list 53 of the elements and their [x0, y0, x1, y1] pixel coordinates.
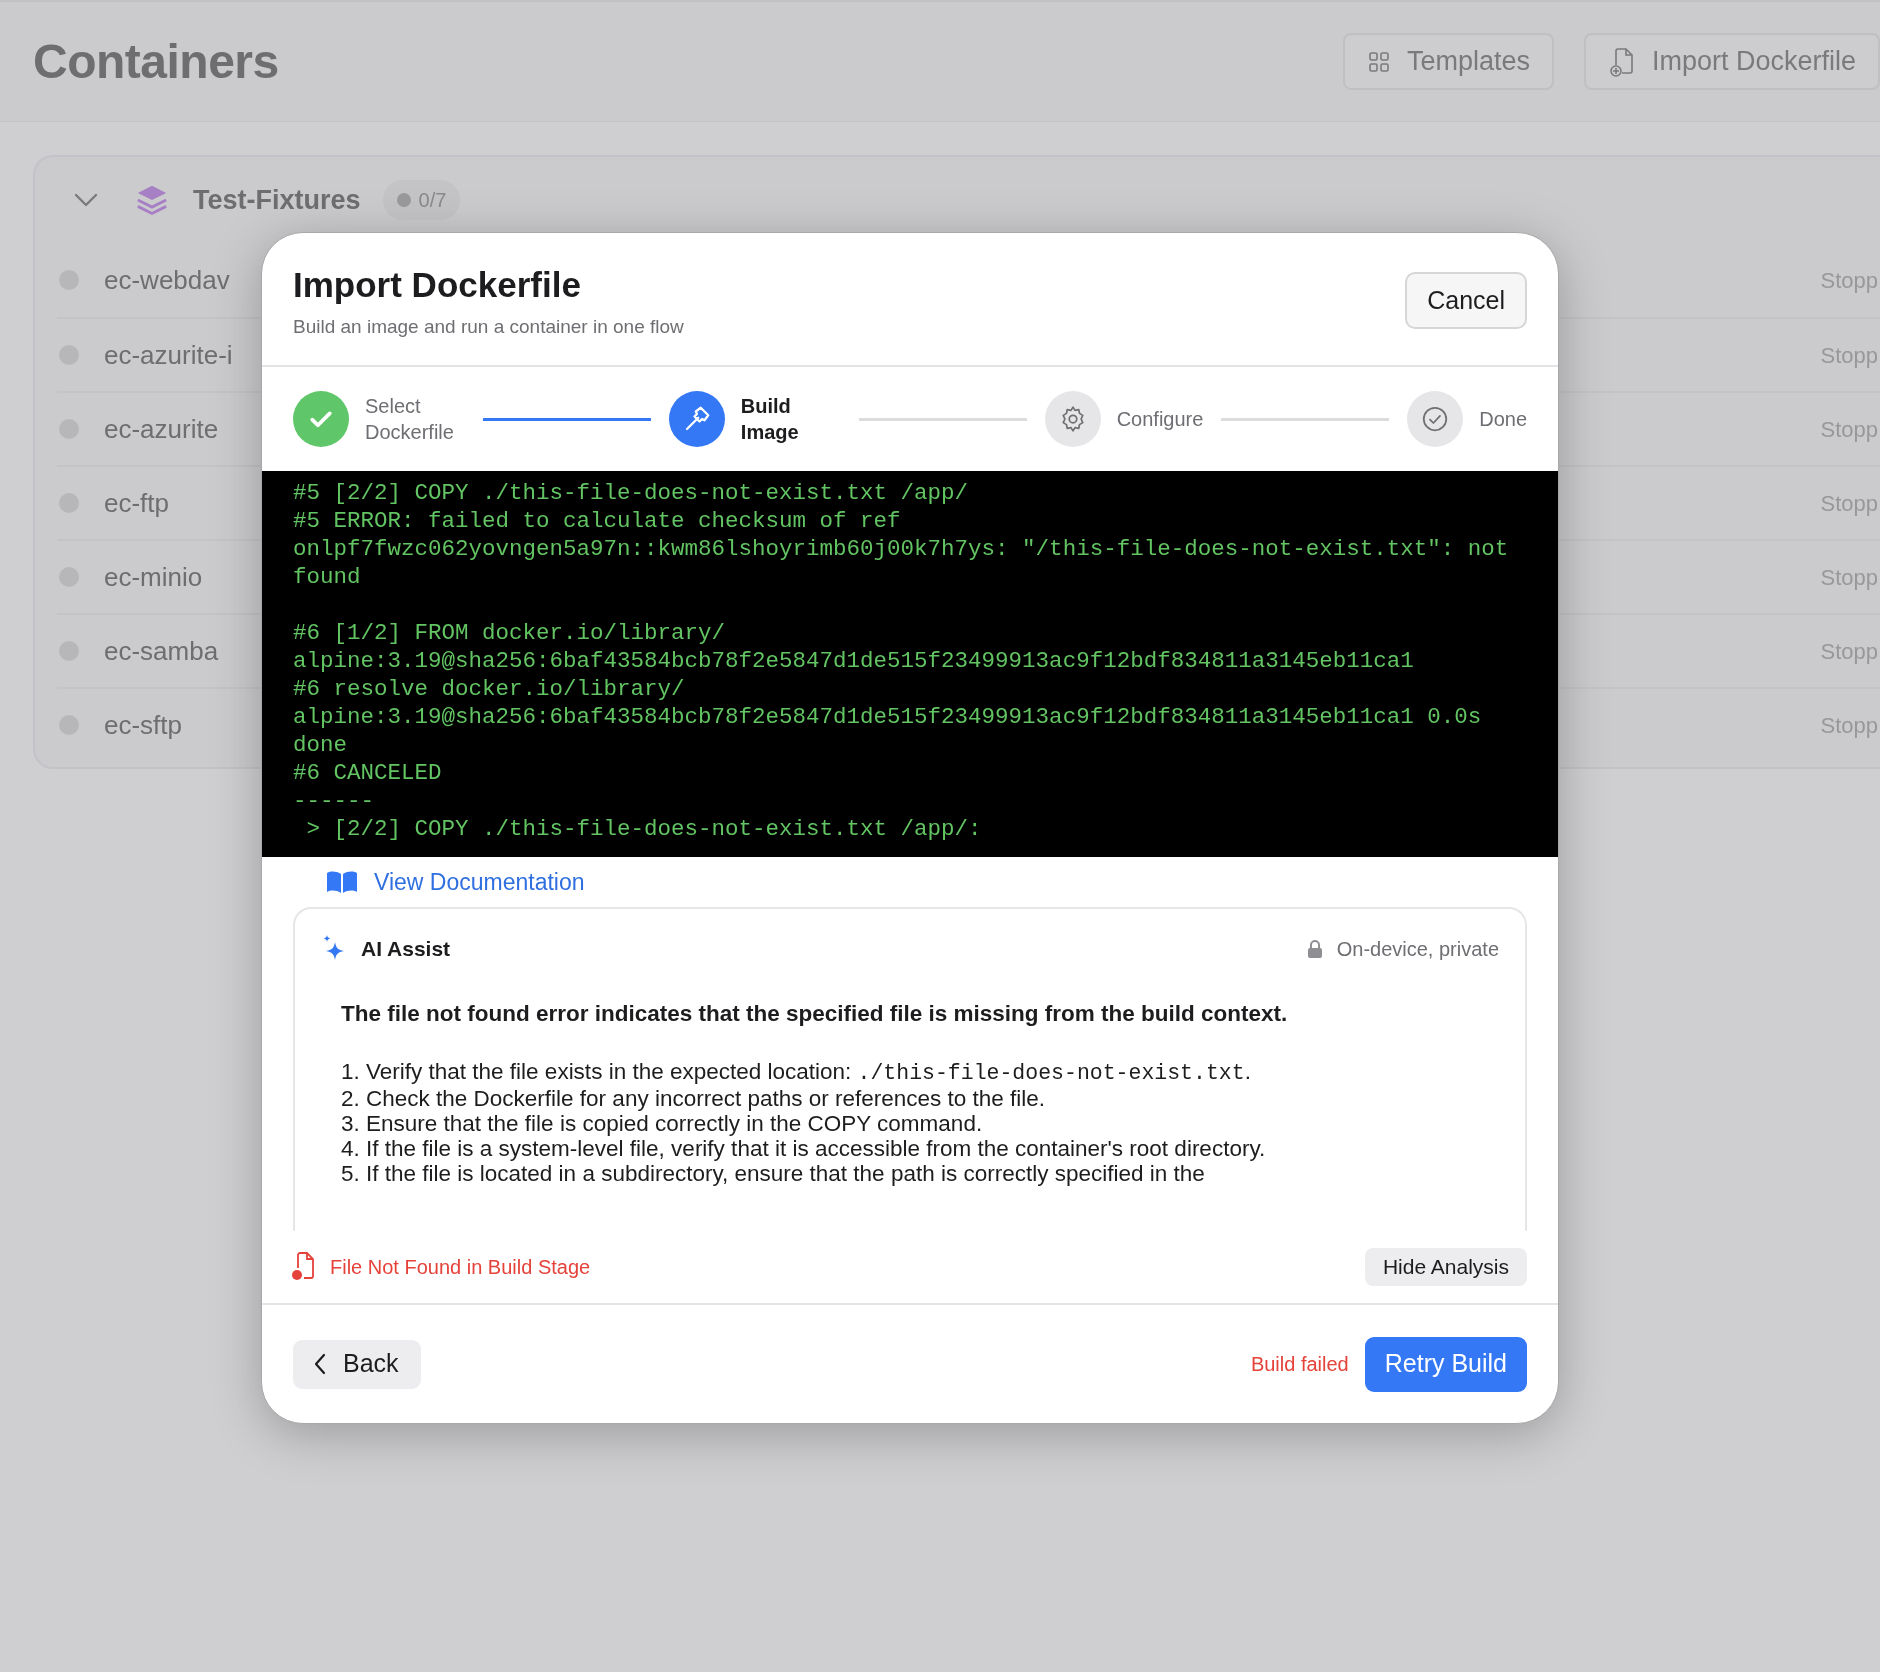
lock-icon	[1306, 938, 1323, 959]
chevron-down-icon[interactable]	[73, 192, 99, 208]
toolbar-button[interactable]: Templates	[1342, 33, 1554, 90]
log-line: #5 [2/2] COPY ./this-file-does-not-exist.txt /app/	[293, 479, 970, 507]
group-name: Test-Fixtures	[193, 183, 361, 217]
container-name: ec-ftp	[104, 486, 170, 520]
container-name: ec-samba	[104, 634, 219, 668]
log-line: #6 resolve docker.io/library/	[293, 675, 686, 703]
ai-assist-title: AI Assist	[361, 936, 451, 962]
file-plus-icon	[1607, 46, 1636, 77]
dialog-subtitle: Build an image and run a container in one flow	[293, 315, 684, 339]
log-line: #5 ERROR: failed to calculate checksum of ref	[293, 507, 902, 535]
step-label: Configure	[1116, 407, 1204, 432]
count-badge: 0/7	[382, 180, 461, 220]
dialog-title: Import Dockerfile	[293, 264, 582, 306]
back-button[interactable]: Back	[293, 1339, 421, 1389]
error-message: File Not Found in Build Stage	[330, 1255, 591, 1280]
log-line: onlpf7fwzc062yovngen5a97n::kwm86lshoyrimb60j00k7h7ys: "/this-file-does-not-exist.txt": not	[293, 535, 1510, 563]
log-line: #6 CANCELED	[293, 759, 443, 787]
step-label: Select Dockerfile	[365, 394, 455, 445]
log-line: ------	[293, 787, 375, 815]
suggestion-item: 1. Verify that the file exists in the expected location: ./this-file-does-not-exist.txt.	[341, 1058, 1252, 1086]
suggestion-item: 5. If the file is located in a subdirectory, ensure that the path is correctly specified in the	[341, 1160, 1205, 1186]
documentation-link[interactable]: View Documentation	[374, 864, 585, 900]
log-line: > [2/2] COPY ./this-file-does-not-exist.txt /app/:	[305, 815, 983, 843]
container-name: ec-azurite	[104, 412, 219, 446]
grid-icon	[1366, 49, 1391, 74]
container-name: ec-sftp	[104, 708, 183, 742]
log-line: alpine:3.19@sha256:6baf43584bcb78f2e5847d1de515f23499913ac9f12bdf834811a3145eb11ca1 0.0s	[293, 703, 1483, 731]
file-error-icon	[290, 1252, 316, 1282]
log-line: done	[293, 731, 348, 759]
log-line: alpine:3.19@sha256:6baf43584bcb78f2e5847d1de515f23499913ac9f12bdf834811a3145eb11ca1	[293, 647, 1415, 675]
retry-build-button[interactable]: Retry Build	[1364, 1336, 1527, 1392]
layers-icon	[135, 183, 169, 217]
hide-analysis-button[interactable]: Hide Analysis	[1364, 1248, 1527, 1286]
log-line: #6 [1/2] FROM docker.io/library/	[293, 619, 727, 647]
ai-summary: The file not found error indicates that the specified file is missing from the build context.	[341, 999, 1289, 1028]
suggestion-item: 3. Ensure that the file is copied correctly in the COPY command.	[341, 1110, 984, 1136]
step-label: Build Image	[740, 394, 800, 445]
cancel-button[interactable]: Cancel	[1405, 272, 1527, 329]
suggestion-item: 2. Check the Dockerfile for any incorrect paths or references to the file.	[341, 1085, 1047, 1111]
book-icon	[326, 870, 358, 894]
suggestion-item: 4. If the file is a system-level file, verify that it is accessible from the container's root directory.	[341, 1135, 1267, 1161]
container-name: ec-minio	[104, 560, 203, 594]
page-title: Containers	[33, 33, 279, 90]
toolbar-button[interactable]: Import Dockerfile	[1583, 33, 1880, 90]
container-name: ec-webdav	[104, 263, 230, 297]
chevron-left-icon	[313, 1353, 327, 1375]
build-status: Build failed	[1250, 1352, 1349, 1377]
container-name: ec-azurite-i	[104, 338, 233, 372]
privacy-note: On-device, private	[1336, 936, 1499, 962]
step-label: Done	[1479, 407, 1527, 432]
log-line: found	[293, 563, 362, 591]
